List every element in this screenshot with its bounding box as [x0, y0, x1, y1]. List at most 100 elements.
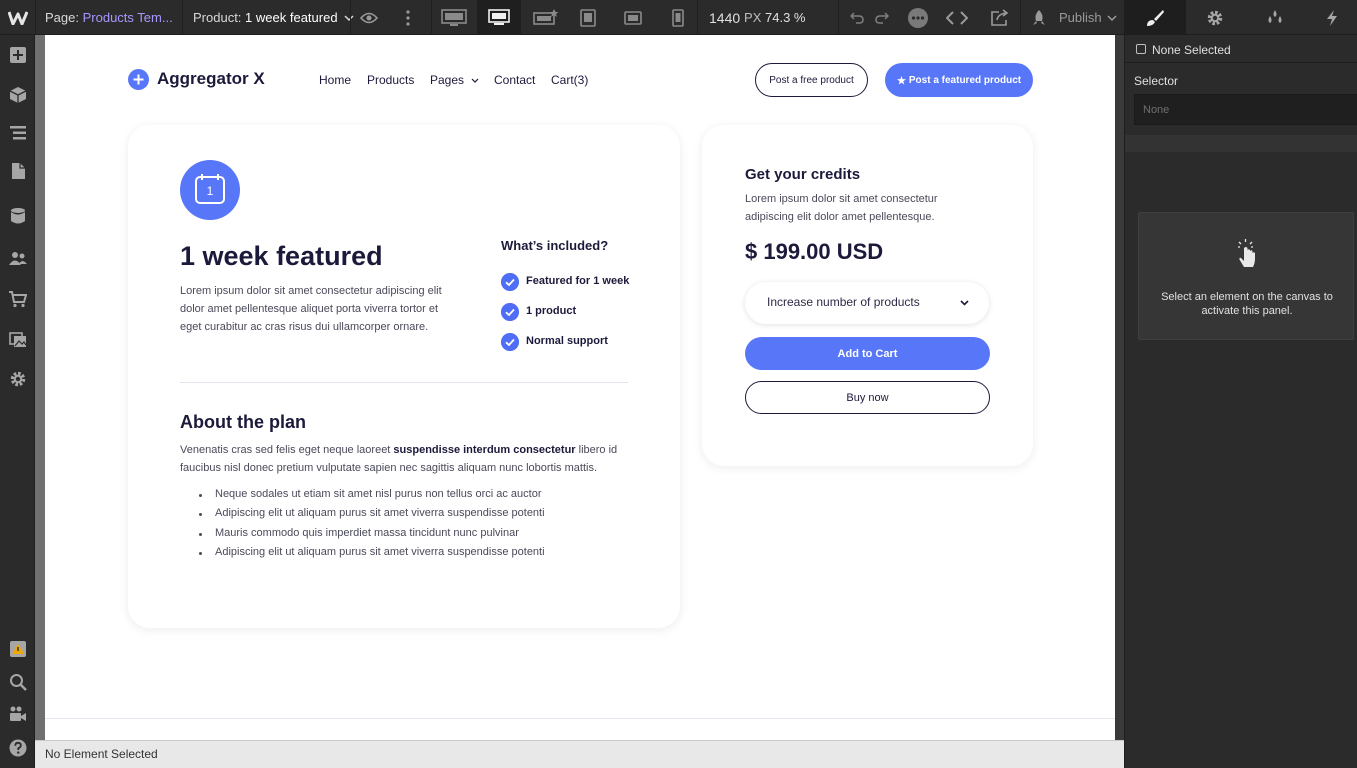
check-circle-icon [501, 273, 519, 291]
star-icon [896, 75, 906, 85]
pages-button[interactable] [0, 153, 35, 189]
eye-icon [360, 12, 378, 23]
bullet-item: Adipiscing elit ut aliquam purus sit ame… [199, 507, 545, 519]
symbols-button[interactable] [0, 77, 35, 113]
breakpoint-mobile[interactable] [672, 0, 684, 35]
tab-style-manager[interactable] [1244, 0, 1306, 35]
tab-style[interactable] [1124, 0, 1186, 35]
paintbrush-icon [1147, 9, 1164, 26]
included-list: Featured for 1 week 1 product Normal sup… [501, 273, 661, 353]
navigator-button[interactable] [0, 115, 35, 151]
selection-row: None Selected [1125, 35, 1357, 63]
breakpoint-desktop-star[interactable] [533, 0, 559, 35]
navigator-icon [9, 126, 26, 140]
nav-cart[interactable]: Cart(3) [551, 73, 588, 87]
mobile-icon [672, 8, 684, 27]
add-elements-button[interactable] [0, 37, 35, 73]
collaboration-button[interactable] [907, 0, 929, 35]
selection-checkbox[interactable] [1136, 44, 1146, 54]
add-to-cart-button[interactable]: Add to Cart [745, 337, 990, 370]
cart-icon [8, 291, 27, 308]
search-icon [9, 674, 27, 691]
webflow-logo[interactable] [0, 0, 35, 35]
help-button[interactable] [0, 730, 35, 766]
about-text: Venenatis cras sed felis eget neque laor… [180, 441, 630, 477]
breakpoint-desktop-large[interactable] [441, 0, 467, 35]
lightning-icon [1326, 9, 1337, 26]
video-tutorials-button[interactable] [0, 696, 35, 732]
project-settings-button[interactable] [0, 361, 35, 397]
page-label: Page: [45, 10, 79, 25]
canvas-scrollbar[interactable] [1115, 35, 1124, 740]
breakpoint-desktop[interactable] [477, 0, 521, 35]
gear-icon [10, 371, 25, 387]
selector-label: Selector [1134, 74, 1179, 88]
desktop-icon [488, 8, 510, 25]
product-selector[interactable]: Product: 1 week featured [193, 0, 354, 35]
chevron-down-icon [960, 300, 969, 306]
comments-icon [908, 7, 928, 28]
preview-button[interactable] [360, 0, 378, 35]
undo-icon [850, 11, 864, 24]
product-name: 1 week featured [245, 10, 338, 25]
nav-contact[interactable]: Contact [494, 73, 535, 87]
bullet-item: Mauris commodo quis imperdiet massa tinc… [199, 527, 519, 539]
plus-icon [133, 74, 144, 85]
ecommerce-button[interactable] [0, 281, 35, 317]
check-circle-icon [501, 303, 519, 321]
chevron-down-icon [344, 14, 354, 21]
audit-button[interactable] [0, 631, 35, 667]
post-free-product-button[interactable]: Post a free product [755, 63, 868, 97]
empty-state-box: Select an element on the canvas to activ… [1138, 212, 1354, 340]
breakpoint-tablet[interactable] [580, 0, 596, 35]
credits-card: Get your credits Lorem ipsum dolor sit a… [702, 125, 1033, 466]
chevron-down-icon [1107, 14, 1117, 21]
brand-name[interactable]: Aggregator X [157, 69, 265, 89]
left-toolbar [0, 35, 35, 768]
page-selector[interactable]: Page: Products Tem... [45, 0, 173, 35]
more-vertical-icon [406, 9, 410, 26]
publish-button[interactable]: Publish [1030, 0, 1117, 35]
code-export-button[interactable] [946, 0, 968, 35]
tab-settings[interactable] [1186, 0, 1244, 35]
nav-products[interactable]: Products [367, 73, 414, 87]
designer-canvas[interactable]: Aggregator X Home Products Pages Contact… [35, 35, 1124, 740]
canvas-width[interactable]: 1440 PX [709, 0, 761, 35]
cms-button[interactable] [0, 198, 35, 234]
post-featured-label: Post a featured product [908, 74, 1022, 86]
share-button[interactable] [990, 0, 1010, 35]
page-preview[interactable]: Aggregator X Home Products Pages Contact… [45, 35, 1115, 740]
brand-logo-icon[interactable] [128, 69, 149, 90]
footer-divider [45, 718, 1115, 719]
breakpoint-mobile-landscape[interactable] [624, 0, 642, 35]
nav-home[interactable]: Home [319, 73, 351, 87]
quantity-select[interactable]: Increase number of products [745, 282, 989, 324]
warning-icon [9, 641, 26, 657]
product-label: Product: [193, 10, 242, 25]
search-button[interactable] [0, 664, 35, 700]
selector-input[interactable]: None [1134, 94, 1357, 125]
users-button[interactable] [0, 240, 35, 276]
page-icon [11, 163, 25, 179]
chevron-down-icon [471, 78, 479, 83]
included-item-label: Featured for 1 week [526, 275, 630, 287]
tap-hand-icon [1238, 239, 1255, 267]
webflow-logo-icon [7, 10, 28, 25]
tab-interactions[interactable] [1306, 0, 1357, 35]
buy-now-button[interactable]: Buy now [745, 381, 990, 414]
code-icon [946, 10, 968, 25]
calendar-day: 1 [206, 184, 214, 198]
nav-pages[interactable]: Pages [430, 73, 479, 87]
post-featured-product-button[interactable]: Post a featured product [885, 63, 1033, 97]
rocket-icon [1033, 9, 1045, 25]
gear-icon [1207, 10, 1223, 25]
assets-button[interactable] [0, 321, 35, 357]
calendar-badge: 1 [180, 160, 240, 220]
credits-text: Lorem ipsum dolor sit amet consectetur a… [745, 193, 938, 223]
undo-button[interactable] [850, 0, 864, 35]
more-options-button[interactable] [406, 0, 412, 35]
zoom-level[interactable]: 74.3 % [765, 0, 805, 35]
none-selected-label: None Selected [1152, 43, 1231, 57]
redo-button[interactable] [875, 0, 889, 35]
included-item-label: Normal support [526, 335, 608, 347]
